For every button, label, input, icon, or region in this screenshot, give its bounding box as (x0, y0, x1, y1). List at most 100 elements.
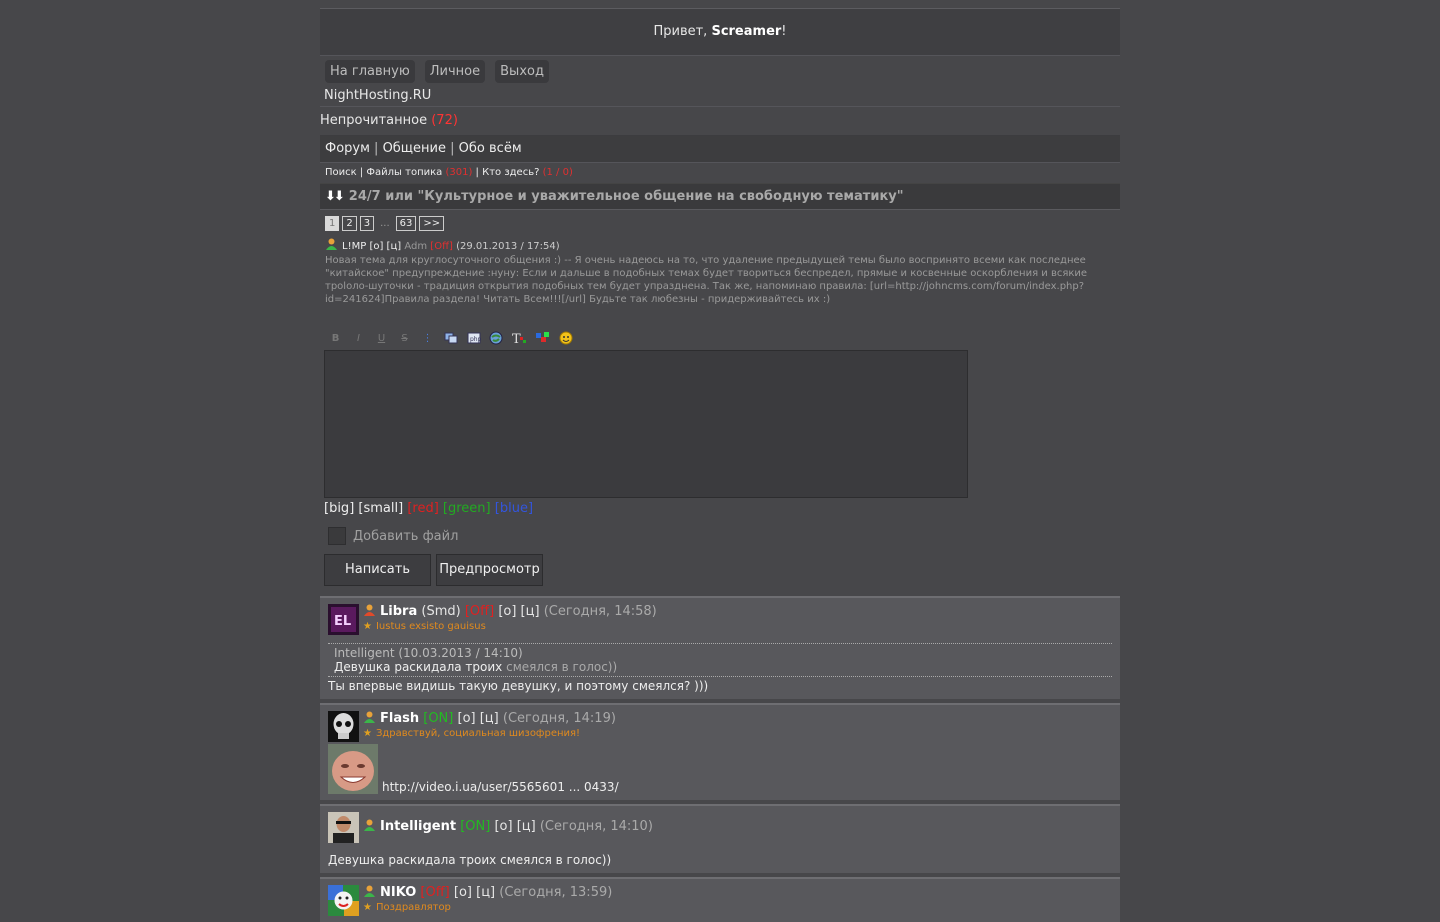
post-author[interactable]: NIKO (380, 885, 416, 900)
unread-label: Непрочитанное (320, 113, 432, 128)
post-links[interactable]: [о] [ц] (498, 604, 539, 619)
page-1: 1 (325, 215, 340, 231)
first-post-author[interactable]: L!MP (342, 241, 366, 252)
post-links[interactable]: [о] [ц] (494, 819, 535, 834)
post-state: [Off] (420, 885, 450, 900)
avatar[interactable]: EL (328, 604, 359, 635)
topic-files-link[interactable]: Файлы топика (366, 167, 442, 178)
message-textarea[interactable] (324, 350, 968, 498)
post-author[interactable]: Flash (380, 711, 419, 726)
post-time: (Сегодня, 14:10) (539, 819, 653, 834)
tag-green[interactable]: [green] (443, 501, 491, 516)
form-buttons: Написать Предпросмотр (320, 547, 1120, 586)
color-icon[interactable] (535, 331, 550, 345)
breadcrumb-sep: | (369, 141, 383, 156)
post-role: (Smd) (421, 604, 461, 619)
post-image[interactable] (328, 744, 378, 794)
link-icon[interactable] (489, 331, 504, 345)
attach-file-checkbox[interactable] (328, 527, 346, 545)
post-header: Intelligent [ON] [о] [ц] (Сегодня, 14:10… (328, 812, 1112, 843)
greeting-text: Привет, (653, 24, 712, 39)
user-icon (364, 604, 375, 616)
first-post-status: [Off] (430, 241, 453, 252)
first-post: L!MP [о] [ц] Adm [Off] (29.01.2013 / 17:… (320, 234, 1120, 306)
post-time: (Сегодня, 14:19) (502, 711, 616, 726)
svg-text:php: php (470, 336, 481, 343)
preview-button[interactable]: Предпросмотр (436, 554, 543, 586)
quote-tail: смеялся в голос)) (506, 660, 618, 674)
breadcrumb: Форум | Общение | Обо всём (320, 136, 1120, 163)
post-time: (Сегодня, 13:59) (499, 885, 613, 900)
unread-count: (72) (431, 113, 458, 128)
avatar[interactable] (328, 812, 359, 843)
svg-text:EL: EL (334, 614, 351, 629)
strike-button[interactable]: S (397, 331, 412, 345)
copy-icon[interactable] (443, 331, 458, 345)
user-icon (326, 238, 337, 250)
breadcrumb-subsection[interactable]: Обо всём (459, 141, 522, 156)
text-icon[interactable]: T (512, 331, 527, 345)
post-meta: Libra (Smd) [Off] [о] [ц] (Сегодня, 14:5… (363, 604, 657, 634)
page: Привет, Screamer! На главную Личное Выхо… (320, 0, 1120, 922)
who-here-link[interactable]: Кто здесь? (482, 167, 539, 178)
attach-file-label: Добавить файл (353, 528, 459, 544)
underline-button[interactable]: U (374, 331, 389, 345)
post-author[interactable]: Libra (380, 604, 417, 619)
nav-home-button[interactable]: На главную (325, 59, 415, 83)
post-quote: Intelligent (10.03.2013 / 14:10) Девушка… (328, 643, 1112, 677)
tag-red[interactable]: [red] (407, 501, 438, 516)
quote-header: Intelligent (10.03.2013 / 14:10) (334, 646, 523, 660)
post-state: [Off] (464, 604, 495, 619)
topic-links: Поиск | Файлы топика (301) | Кто здесь? … (325, 167, 573, 178)
post: Flash [ON] [о] [ц] (Сегодня, 14:19) ★ Здр… (320, 703, 1120, 800)
post-link[interactable]: http://video.i.ua/user/5565601 ... 0433/ (382, 780, 619, 794)
nav-personal-button[interactable]: Личное (424, 59, 486, 83)
write-button[interactable]: Написать (324, 554, 431, 586)
unread-link[interactable]: Непрочитанное (72) (320, 107, 1120, 136)
breadcrumb-forum[interactable]: Форум (325, 141, 370, 156)
post-state: [ON] (423, 711, 454, 726)
tag-small[interactable]: [small] (358, 501, 403, 516)
post-status: Iustus exsisto gauisus (375, 621, 486, 632)
code-icon[interactable]: php (466, 331, 481, 345)
post-status: Поздравлятор (375, 902, 451, 913)
greeting-bar: Привет, Screamer! (320, 9, 1120, 56)
quote-text: Девушка раскидала троих смеялся в голос)… (334, 660, 1106, 676)
post-state: [ON] (460, 819, 491, 834)
first-post-role: Adm (404, 241, 428, 252)
user-icon (364, 885, 375, 897)
bold-button[interactable]: B (328, 331, 343, 345)
attach-file-row: Добавить файл (320, 519, 1120, 547)
breadcrumb-section[interactable]: Общение (383, 141, 446, 156)
first-post-text: Новая тема для круглосуточного общения :… (325, 255, 1088, 305)
nav-exit-button[interactable]: Выход (495, 59, 549, 83)
star-icon: ★ (363, 621, 372, 632)
page-last[interactable]: 63 (395, 215, 417, 231)
who-here-count: (1 / 0) (542, 167, 573, 178)
italic-button[interactable]: I (351, 331, 366, 345)
post-text: Ты впервые видишь такую девушку, и поэто… (328, 679, 709, 693)
post: Intelligent [ON] [о] [ц] (Сегодня, 14:10… (320, 804, 1120, 873)
smile-icon[interactable] (558, 331, 573, 345)
main-nav: На главную Личное Выход (320, 56, 1120, 86)
topic-files-count: (301) (445, 167, 473, 178)
page-2[interactable]: 2 (342, 215, 357, 231)
editor-toolbar: B I U S ⋮ php T (320, 306, 1120, 346)
post-author[interactable]: Intelligent (380, 819, 456, 834)
first-post-links[interactable]: [о] [ц] (369, 241, 401, 252)
tag-big[interactable]: [big] (324, 501, 354, 516)
list-button[interactable]: ⋮ (420, 331, 435, 345)
svg-text:T: T (512, 332, 521, 345)
down-arrows-icon[interactable]: ⬇⬇ (325, 189, 345, 204)
first-post-header: L!MP [о] [ц] Adm [Off] (29.01.2013 / 17:… (325, 238, 1115, 252)
page-3[interactable]: 3 (359, 215, 375, 231)
greeting-username: Screamer (711, 24, 782, 39)
post-links[interactable]: [о] [ц] (458, 711, 499, 726)
page-next[interactable]: >> (419, 215, 445, 231)
avatar[interactable] (328, 885, 359, 916)
tag-blue[interactable]: [blue] (495, 501, 533, 516)
search-link[interactable]: Поиск (325, 167, 357, 178)
avatar[interactable] (328, 711, 359, 742)
topic-title: 24/7 или "Культурное и уважительное обще… (348, 189, 904, 204)
post-links[interactable]: [о] [ц] (454, 885, 495, 900)
